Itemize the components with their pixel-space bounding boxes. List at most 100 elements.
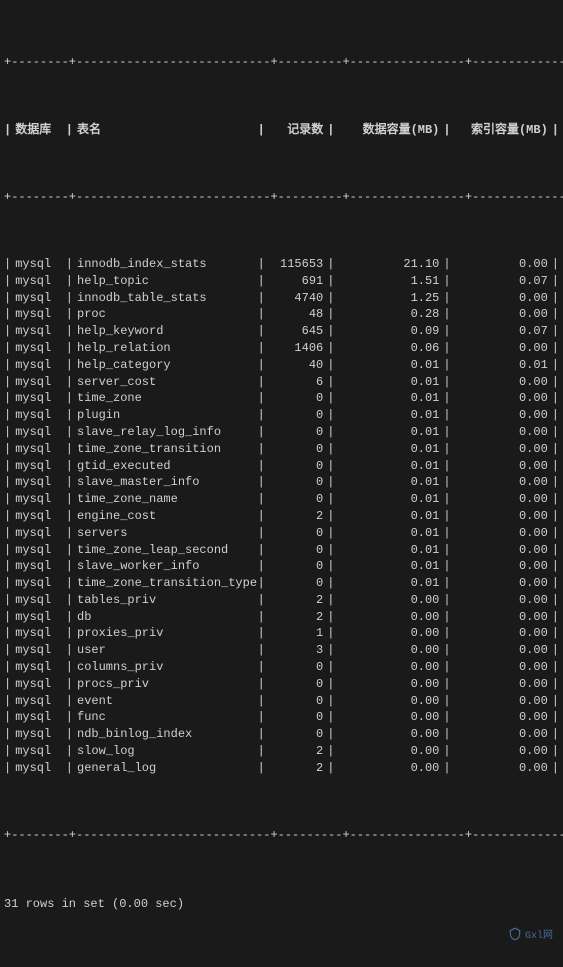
cell-index: 0.00 (451, 407, 552, 424)
table-row: |mysql|user|3|0.00|0.00| (4, 642, 559, 659)
table-row: |mysql|proxies_priv|1|0.00|0.00| (4, 625, 559, 642)
cell-index: 0.00 (451, 609, 552, 626)
cell-records: 1 (265, 625, 327, 642)
cell-records: 115653 (265, 256, 327, 273)
header-row: |数据库 |表名 |记录数 |数据容量(MB) |索引容量(MB) | (4, 122, 559, 139)
table-row: |mysql|time_zone_transition_type|0|0.01|… (4, 575, 559, 592)
col-header-records: 记录数 (265, 122, 327, 139)
terminal-output: +--------+---------------------------+--… (4, 4, 559, 963)
table-row: |mysql|help_keyword|645|0.09|0.07| (4, 323, 559, 340)
cell-table: time_zone_transition_type (73, 575, 258, 592)
cell-table: proc (73, 306, 258, 323)
cell-db: mysql (11, 625, 66, 642)
cell-table: event (73, 693, 258, 710)
cell-db: mysql (11, 374, 66, 391)
cell-table: innodb_index_stats (73, 256, 258, 273)
cell-db: mysql (11, 709, 66, 726)
table-row: |mysql|slow_log|2|0.00|0.00| (4, 743, 559, 760)
cell-db: mysql (11, 256, 66, 273)
cell-records: 0 (265, 424, 327, 441)
cell-data: 0.09 (334, 323, 443, 340)
cell-records: 2 (265, 592, 327, 609)
cell-db: mysql (11, 642, 66, 659)
cell-index: 0.00 (451, 474, 552, 491)
table-row: |mysql|db|2|0.00|0.00| (4, 609, 559, 626)
cell-index: 0.00 (451, 424, 552, 441)
cell-data: 0.28 (334, 306, 443, 323)
cell-records: 2 (265, 609, 327, 626)
cell-db: mysql (11, 575, 66, 592)
cell-db: mysql (11, 558, 66, 575)
cell-index: 0.00 (451, 709, 552, 726)
cell-table: servers (73, 525, 258, 542)
cell-index: 0.01 (451, 357, 552, 374)
cell-table: help_relation (73, 340, 258, 357)
cell-data: 0.01 (334, 508, 443, 525)
cell-table: slow_log (73, 743, 258, 760)
cell-index: 0.00 (451, 592, 552, 609)
cell-data: 0.01 (334, 474, 443, 491)
header-divider: +--------+---------------------------+--… (4, 189, 559, 206)
table-row: |mysql|slave_master_info|0|0.01|0.00| (4, 474, 559, 491)
cell-db: mysql (11, 525, 66, 542)
table-row: |mysql|help_topic|691|1.51|0.07| (4, 273, 559, 290)
cell-records: 691 (265, 273, 327, 290)
table-row: |mysql|time_zone_leap_second|0|0.01|0.00… (4, 542, 559, 559)
cell-db: mysql (11, 508, 66, 525)
cell-index: 0.00 (451, 726, 552, 743)
cell-db: mysql (11, 659, 66, 676)
cell-db: mysql (11, 390, 66, 407)
cell-table: proxies_priv (73, 625, 258, 642)
cell-index: 0.00 (451, 390, 552, 407)
result-footer: 31 rows in set (0.00 sec) (4, 896, 559, 913)
cell-index: 0.07 (451, 273, 552, 290)
cell-table: slave_relay_log_info (73, 424, 258, 441)
cell-index: 0.00 (451, 256, 552, 273)
cell-records: 0 (265, 726, 327, 743)
table-row: |mysql|func|0|0.00|0.00| (4, 709, 559, 726)
table-row: |mysql|engine_cost|2|0.01|0.00| (4, 508, 559, 525)
cell-db: mysql (11, 693, 66, 710)
cell-table: slave_master_info (73, 474, 258, 491)
cell-db: mysql (11, 726, 66, 743)
cell-data: 0.00 (334, 676, 443, 693)
table-row: |mysql|ndb_binlog_index|0|0.00|0.00| (4, 726, 559, 743)
cell-records: 0 (265, 407, 327, 424)
bottom-divider: +--------+---------------------------+--… (4, 827, 559, 844)
table-row: |mysql|columns_priv|0|0.00|0.00| (4, 659, 559, 676)
cell-table: help_keyword (73, 323, 258, 340)
cell-index: 0.00 (451, 760, 552, 777)
cell-records: 1406 (265, 340, 327, 357)
table-row: |mysql|event|0|0.00|0.00| (4, 693, 559, 710)
cell-data: 0.00 (334, 693, 443, 710)
col-header-data: 数据容量(MB) (334, 122, 443, 139)
cell-table: innodb_table_stats (73, 290, 258, 307)
cell-index: 0.00 (451, 558, 552, 575)
cell-records: 0 (265, 693, 327, 710)
cell-db: mysql (11, 676, 66, 693)
cell-db: mysql (11, 306, 66, 323)
cell-data: 0.00 (334, 592, 443, 609)
cell-db: mysql (11, 273, 66, 290)
cell-index: 0.00 (451, 374, 552, 391)
cell-data: 0.00 (334, 760, 443, 777)
cell-records: 40 (265, 357, 327, 374)
col-header-db: 数据库 (11, 122, 66, 139)
cell-data: 1.51 (334, 273, 443, 290)
cell-index: 0.07 (451, 323, 552, 340)
cell-db: mysql (11, 760, 66, 777)
cell-data: 0.00 (334, 625, 443, 642)
cell-db: mysql (11, 323, 66, 340)
cell-records: 0 (265, 441, 327, 458)
table-row: |mysql|help_relation|1406|0.06|0.00| (4, 340, 559, 357)
cell-index: 0.00 (451, 676, 552, 693)
cell-table: general_log (73, 760, 258, 777)
cell-table: func (73, 709, 258, 726)
cell-index: 0.00 (451, 693, 552, 710)
cell-index: 0.00 (451, 575, 552, 592)
cell-table: help_category (73, 357, 258, 374)
cell-data: 21.10 (334, 256, 443, 273)
cell-records: 0 (265, 709, 327, 726)
cell-records: 0 (265, 676, 327, 693)
cell-data: 0.00 (334, 659, 443, 676)
